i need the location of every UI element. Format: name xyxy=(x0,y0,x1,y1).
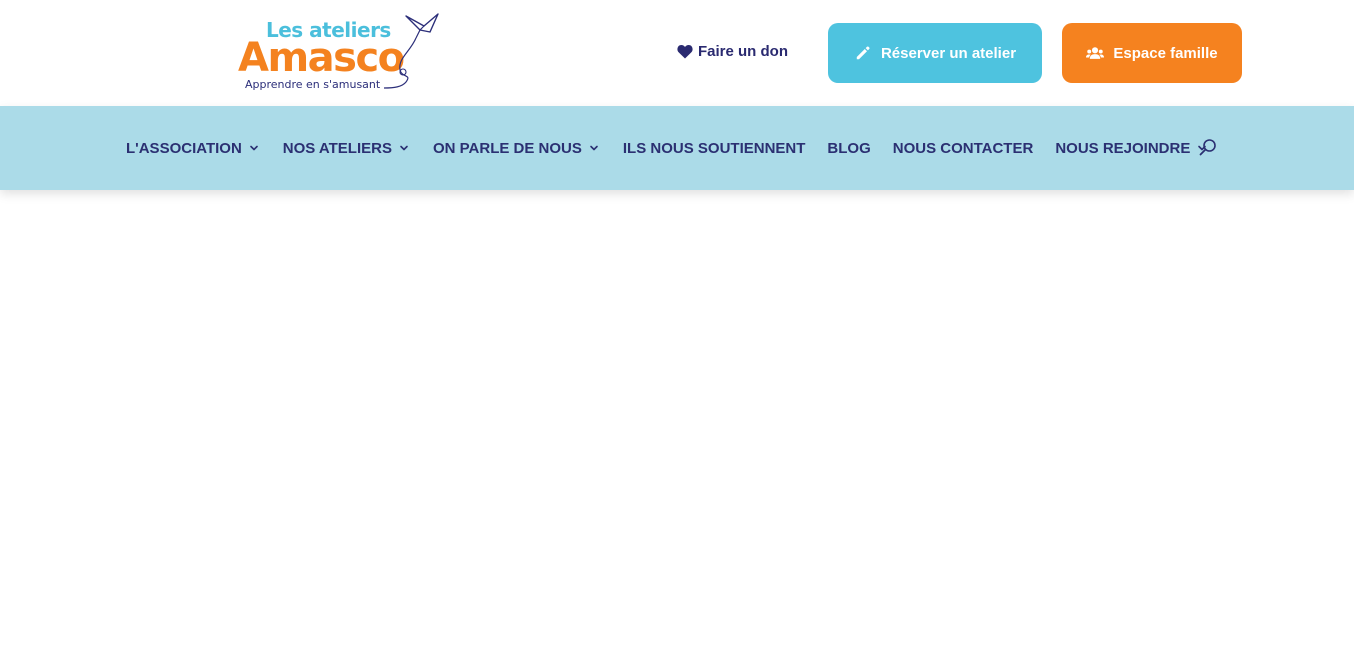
donate-label: Faire un don xyxy=(698,43,788,60)
main-nav: L'ASSOCIATION NOS ATELIERS ON PARLE DE N… xyxy=(0,106,1354,190)
family-label: Espace famille xyxy=(1113,44,1218,62)
kite-bird-icon xyxy=(383,13,439,89)
page-edge xyxy=(1354,0,1366,651)
nav-item-label: NOS ATELIERS xyxy=(282,139,392,157)
nav-item-label: ILS NOUS SOUTIENNENT xyxy=(622,139,806,157)
reserve-workshop-button[interactable]: Réserver un atelier xyxy=(828,23,1042,83)
nav-item-join[interactable]: NOUS REJOINDRE xyxy=(1055,140,1209,157)
pencil-icon xyxy=(856,46,870,60)
nav-item-label: BLOG xyxy=(827,139,871,157)
chevron-down-icon xyxy=(249,145,258,151)
page: Les ateliers Amasco Apprendre en s'amusa… xyxy=(0,0,1366,651)
reserve-label: Réserver un atelier xyxy=(880,44,1017,62)
chevron-down-icon xyxy=(590,145,598,151)
top-header: Les ateliers Amasco Apprendre en s'amusa… xyxy=(0,0,1354,106)
family-space-button[interactable]: Espace famille xyxy=(1062,23,1242,83)
nav-item-label: L'ASSOCIATION xyxy=(126,139,242,157)
nav-item-press[interactable]: ON PARLE DE NOUS xyxy=(433,140,601,157)
users-icon xyxy=(1086,47,1105,59)
nav-item-contact[interactable]: NOUS CONTACTER xyxy=(893,140,1034,157)
nav-item-label: NOUS REJOINDRE xyxy=(1055,139,1191,157)
nav-item-blog[interactable]: BLOG xyxy=(827,140,870,157)
search-icon[interactable] xyxy=(1199,138,1217,156)
logo-tagline: Apprendre en s'amusant xyxy=(245,78,381,91)
donate-link[interactable]: Faire un don xyxy=(677,43,788,60)
heart-icon xyxy=(677,44,693,59)
nav-item-label: NOUS CONTACTER xyxy=(892,139,1034,157)
nav-item-ateliers[interactable]: NOS ATELIERS xyxy=(283,140,411,157)
nav-item-association[interactable]: L'ASSOCIATION xyxy=(126,140,261,157)
nav-list: L'ASSOCIATION NOS ATELIERS ON PARLE DE N… xyxy=(126,106,1231,190)
nav-item-label: ON PARLE DE NOUS xyxy=(432,139,582,157)
site-logo[interactable]: Les ateliers Amasco Apprendre en s'amusa… xyxy=(236,12,442,96)
chevron-down-icon xyxy=(400,145,408,151)
nav-item-supporters[interactable]: ILS NOUS SOUTIENNENT xyxy=(623,140,806,157)
